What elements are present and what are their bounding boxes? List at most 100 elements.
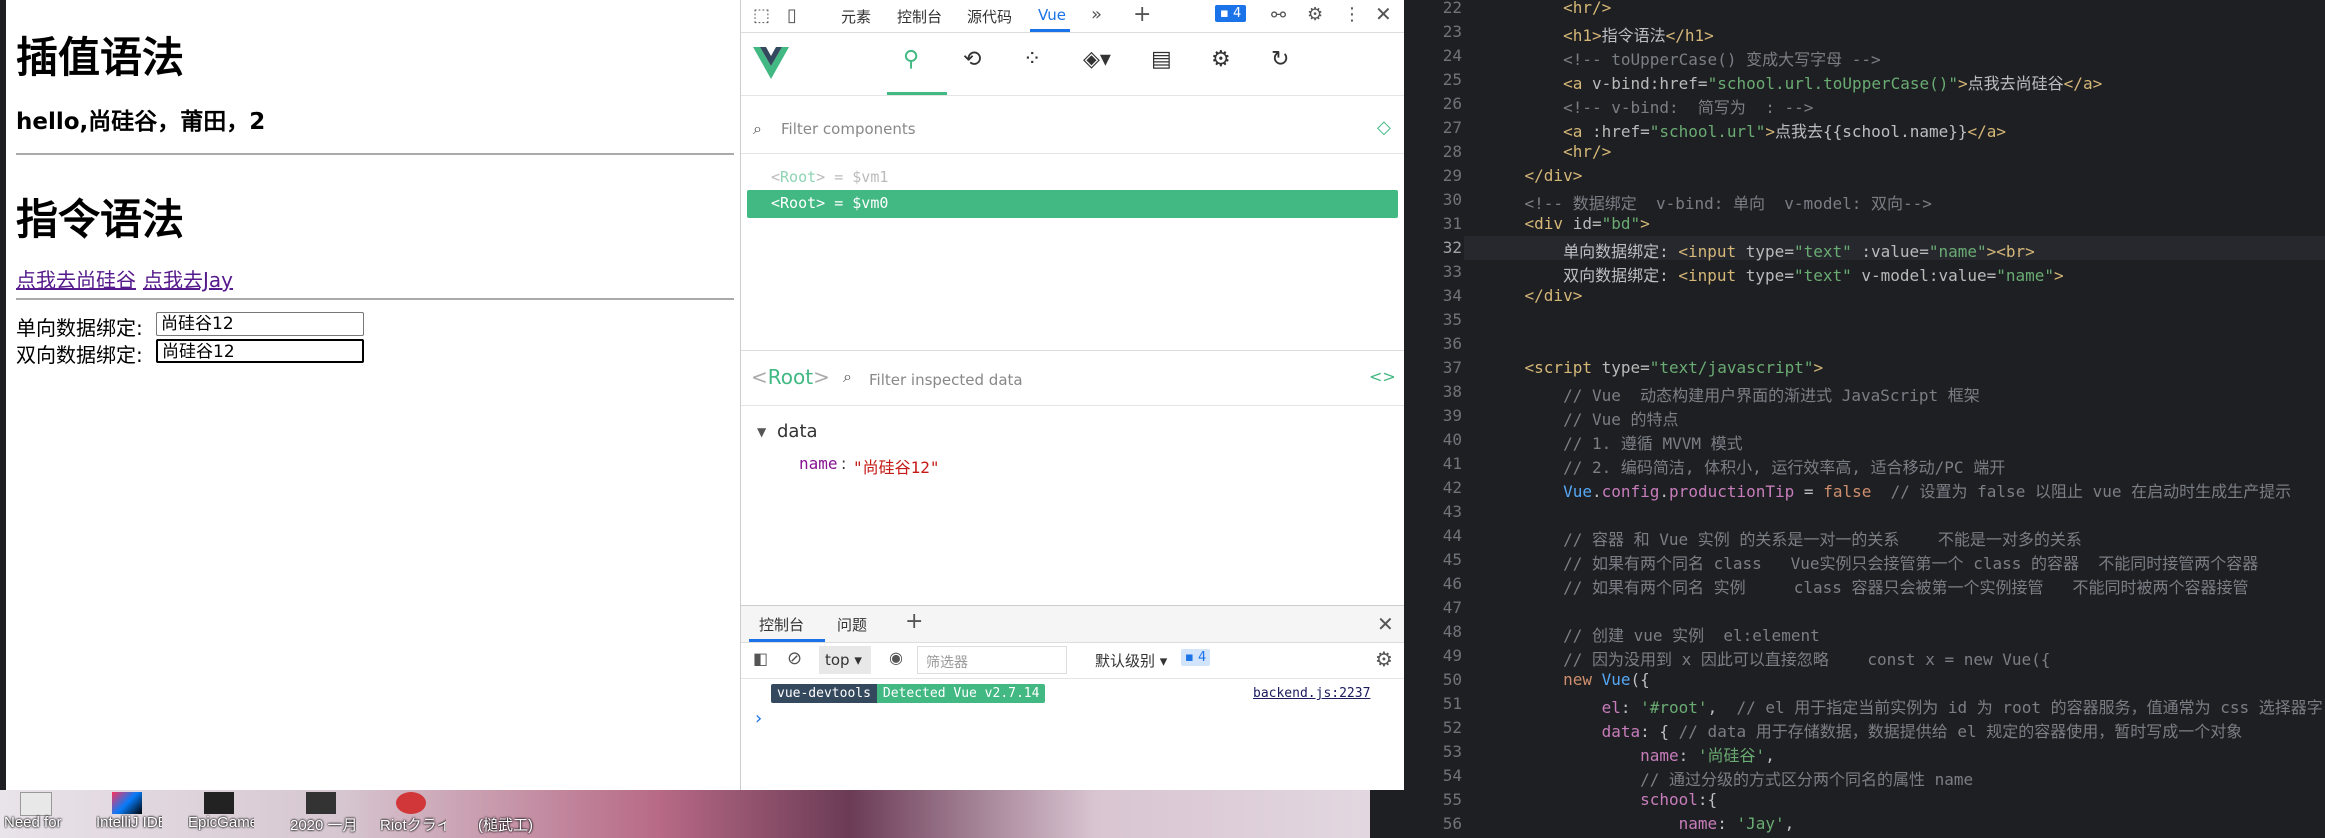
line-number: 42: [1442, 478, 1462, 497]
console-settings-icon[interactable]: ⚙: [1375, 647, 1393, 671]
desktop-icon-6[interactable]: (槌武工): [474, 790, 544, 838]
code-line: // 创建 vue 实例 el:element: [1563, 626, 1820, 645]
drawer-tab-console[interactable]: 控制台: [759, 614, 804, 635]
console-filter-input[interactable]: 筛选器: [917, 646, 1067, 674]
desktop-icon-2020[interactable]: 2020 一月: [286, 790, 356, 838]
log-source-link[interactable]: backend.js:2237: [1253, 686, 1370, 701]
code-line: // 2. 编码简洁, 体积小, 运行效率高, 适合移动/PC 端开: [1563, 458, 2006, 477]
line-number: 23: [1442, 22, 1462, 41]
code-line: // 如果有两个同名 实例 class 容器只会被第一个实例接管 不能同时被两个…: [1563, 578, 2249, 597]
line-number: 43: [1442, 502, 1462, 521]
log-level-select[interactable]: 默认级别 ▾: [1095, 650, 1167, 671]
close-devtools-icon[interactable]: ✕: [1375, 2, 1392, 26]
desktop-icon-label: EpicGame...: [188, 814, 254, 831]
shortcut-icon: [494, 792, 524, 814]
issues-badge[interactable]: ▪ 4: [1215, 5, 1247, 22]
desktop-icon-need-for[interactable]: Need for: [0, 790, 70, 838]
desktop-icon-riot[interactable]: Riotクライ: [376, 790, 446, 838]
one-way-input[interactable]: 尚硅谷12: [156, 312, 364, 336]
add-tab-icon[interactable]: +: [1133, 2, 1151, 27]
line-number: 53: [1442, 742, 1462, 761]
link-atguigu[interactable]: 点我去尚硅谷: [16, 264, 136, 293]
performance-icon[interactable]: ⁘: [1023, 47, 1041, 72]
console-prompt[interactable]: ›: [755, 708, 762, 729]
code-line: <hr/>: [1563, 142, 1612, 161]
context-select[interactable]: top ▾: [819, 646, 871, 674]
kebab-menu-icon[interactable]: ⋮: [1343, 4, 1361, 25]
inspect-icon[interactable]: ⬚: [753, 5, 770, 26]
tab-elements[interactable]: 元素: [841, 6, 871, 27]
more-tabs-icon[interactable]: »: [1091, 4, 1102, 25]
code-line: // Vue 的特点: [1563, 410, 1679, 429]
riot-icon: [396, 792, 426, 814]
close-drawer-icon[interactable]: ✕: [1377, 612, 1394, 636]
eye-icon[interactable]: ◉: [889, 648, 903, 667]
data-value[interactable]: "尚硅谷12": [853, 454, 940, 478]
active-tab-indicator: [1030, 29, 1070, 32]
line-number: 31: [1442, 214, 1462, 233]
line-number: 35: [1442, 310, 1462, 329]
line-number: 44: [1442, 526, 1462, 545]
line-number: 52: [1442, 718, 1462, 737]
line-number: 41: [1442, 454, 1462, 473]
line-number: 29: [1442, 166, 1462, 185]
components-tree-icon[interactable]: ⚲: [903, 47, 919, 72]
settings-gear-icon[interactable]: ⚙: [1307, 4, 1323, 25]
desktop-icon-label: Need for: [4, 814, 62, 831]
one-way-label: 单向数据绑定:: [16, 316, 143, 340]
vue-settings-icon[interactable]: ⚙: [1211, 47, 1231, 72]
connect-icon[interactable]: ⚯: [1271, 5, 1286, 26]
select-component-icon[interactable]: ◇: [1377, 117, 1391, 138]
data-section-label[interactable]: data: [777, 421, 818, 442]
chart-icon[interactable]: ▤: [1151, 47, 1172, 72]
sidebar-toggle-icon[interactable]: ◧: [753, 649, 768, 668]
desktop-icon-label: Riotクライ: [380, 817, 446, 834]
code-editor[interactable]: 22 23 24 25 26 27 28 29 30 31 32 33 34 35 36 37 38 39 40 41…: [1404, 0, 2325, 838]
line-number: 49: [1442, 646, 1462, 665]
tab-console[interactable]: 控制台: [897, 6, 942, 27]
code-line: 双向数据绑定: <input type="text" v-model:value…: [1486, 266, 2064, 285]
desktop-icon-label: IntelliJ IDEA: [96, 814, 162, 831]
devtools-tab-bar: ⬚ ▯ 元素 控制台 源代码 Vue » + ▪ 4 ⚯ ⚙ ⋮ ✕: [741, 0, 1405, 33]
code-line: name: '尚硅谷',: [1640, 746, 1775, 765]
code-line: // 因为没用到 x 因此可以直接忽略 const x = new Vue({: [1563, 650, 2051, 669]
line-number: 28: [1442, 142, 1462, 161]
clear-console-icon[interactable]: ⊘: [787, 648, 802, 669]
filter-components-input[interactable]: Filter components: [781, 120, 916, 138]
filter-inspected-input[interactable]: Filter inspected data: [869, 371, 1023, 389]
console-toolbar: ◧ ⊘ top ▾ ◉ 筛选器 默认级别 ▾ ▪ 4 ⚙: [741, 642, 1405, 679]
heading-directive: 指令语法: [16, 195, 185, 244]
line-number: 50: [1442, 670, 1462, 689]
component-row-vm0[interactable]: <Root> = $vm0: [747, 190, 1398, 218]
link-jay[interactable]: 点我去Jay: [143, 264, 233, 293]
tab-vue[interactable]: Vue: [1038, 6, 1066, 24]
refresh-icon[interactable]: ↻: [1271, 47, 1289, 72]
web-page: 插值语法 hello,尚硅谷，莆田，2 指令语法 点我去尚硅谷 点我去Jay 单…: [6, 0, 740, 790]
active-vue-tab-indicator: [887, 92, 947, 95]
add-drawer-tab-icon[interactable]: +: [905, 609, 923, 634]
line-number: 39: [1442, 406, 1462, 425]
divider: [16, 153, 734, 155]
filter-components-bar: ⌕ Filter components ◇: [741, 107, 1405, 154]
device-toolbar-icon[interactable]: ▯: [787, 5, 797, 26]
timeline-icon[interactable]: ⟲: [963, 47, 981, 72]
open-source-icon[interactable]: <>: [1369, 367, 1396, 386]
router-icon[interactable]: ◈▾: [1083, 47, 1111, 72]
line-number: 33: [1442, 262, 1462, 281]
component-name: Root: [780, 194, 817, 212]
tab-sources[interactable]: 源代码: [967, 6, 1012, 27]
console-issues-badge[interactable]: ▪ 4: [1181, 649, 1211, 666]
expand-arrow-icon[interactable]: ▼: [757, 425, 766, 439]
two-way-label: 双向数据绑定:: [16, 343, 143, 367]
code-line: new Vue({: [1563, 670, 1650, 689]
desktop-icon-epic[interactable]: EpicGame...: [184, 790, 254, 838]
component-row-vm1[interactable]: <Root> = $vm1: [771, 168, 888, 186]
code-line: <!-- v-bind: 简写为 : -->: [1563, 98, 1814, 117]
desktop-icon-intellij[interactable]: IntelliJ IDEA: [92, 790, 162, 838]
drawer-tab-issues[interactable]: 问题: [837, 614, 867, 635]
folder-icon: [306, 792, 336, 814]
line-number: 36: [1442, 334, 1462, 353]
code-line: </div>: [1524, 166, 1583, 185]
log-tag-detected: Detected Vue v2.7.14: [876, 684, 1046, 703]
two-way-input[interactable]: 尚硅谷12: [156, 339, 364, 363]
